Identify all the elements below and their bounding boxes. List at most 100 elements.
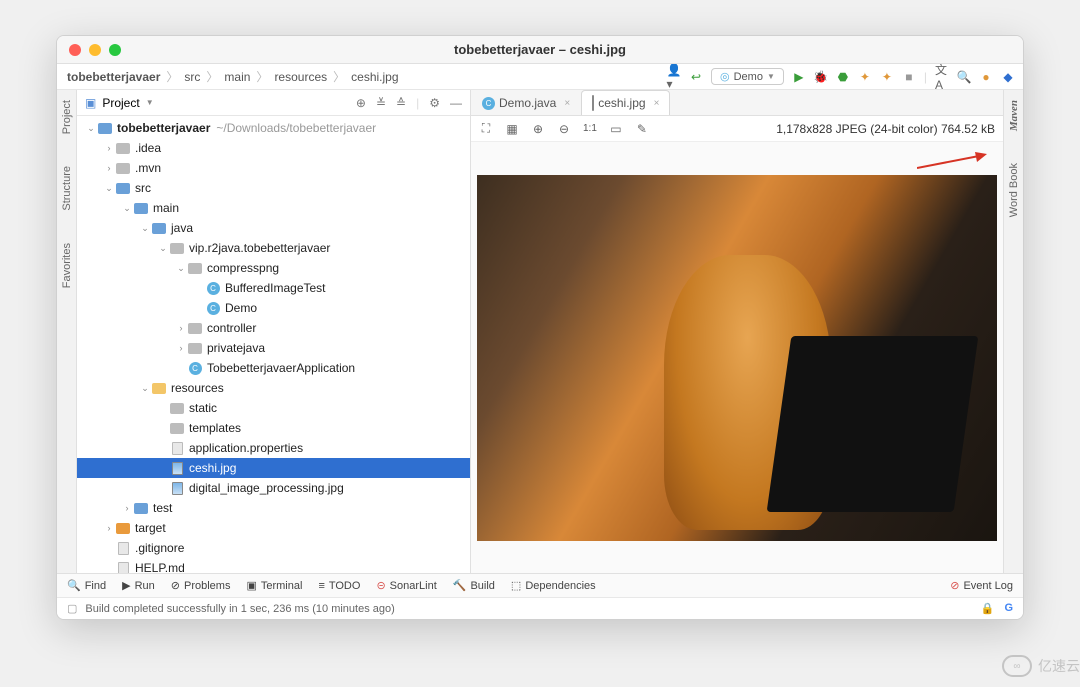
hide-icon[interactable]: —: [450, 96, 462, 110]
tree-label: tobebetterjavaer: [117, 121, 210, 135]
file-c: C: [205, 300, 221, 316]
event-log-button[interactable]: ⊘ Event Log: [950, 579, 1013, 592]
rail-tab-word-book[interactable]: Word Book: [1008, 159, 1020, 221]
tree-node[interactable]: ⌄tobebetterjavaer~/Downloads/tobebetterj…: [77, 118, 470, 138]
fold-b: [133, 500, 149, 516]
tree-node[interactable]: ›target: [77, 518, 470, 538]
fold-g: [169, 420, 185, 436]
tool-run[interactable]: ▶Run: [122, 579, 155, 592]
tree-label: resources: [171, 381, 224, 395]
tree-node[interactable]: .gitignore: [77, 538, 470, 558]
chevron-icon: ›: [103, 523, 115, 533]
tool-icon: ▶: [122, 579, 130, 592]
tree-node[interactable]: CDemo: [77, 298, 470, 318]
chevron-icon: ⌄: [121, 203, 133, 214]
breadcrumb-item[interactable]: resources: [272, 70, 329, 84]
color-picker-icon[interactable]: ✎: [635, 122, 649, 136]
breadcrumb-item[interactable]: tobebetterjavaer: [65, 70, 162, 84]
project-panel-title[interactable]: Project: [102, 96, 139, 110]
main-toolbar: tobebetterjavaer〉src〉main〉resources〉cesh…: [57, 64, 1023, 90]
stop-icon[interactable]: ■: [902, 70, 916, 84]
project-tree[interactable]: ⌄tobebetterjavaer~/Downloads/tobebetterj…: [77, 116, 470, 573]
close-window[interactable]: [69, 44, 81, 56]
tree-node[interactable]: ⌄main: [77, 198, 470, 218]
tree-label: .mvn: [135, 161, 161, 175]
tool-problems[interactable]: ⊘Problems: [171, 579, 231, 592]
watermark: ∞亿速云: [1002, 655, 1080, 677]
close-tab-icon[interactable]: ×: [564, 98, 570, 109]
image-viewer[interactable]: [471, 142, 1003, 573]
rail-tab-project[interactable]: Project: [61, 96, 73, 138]
tool-label: Problems: [184, 580, 230, 592]
maximize-window[interactable]: [109, 44, 121, 56]
tree-node[interactable]: ⌄java: [77, 218, 470, 238]
ide-icon[interactable]: ◆: [1001, 70, 1015, 84]
breadcrumb-item[interactable]: main: [222, 70, 252, 84]
profile-icon[interactable]: ✦: [858, 70, 872, 84]
file-c: C: [482, 97, 495, 110]
editor-tab[interactable]: CDemo.java×: [471, 90, 581, 115]
tool-icon: 🔨: [453, 579, 467, 592]
editor-area: CDemo.java×ceshi.jpg× ⛶ ▦ ⊕ ⊖ 1:1 ▭ ✎ 1,…: [471, 90, 1003, 573]
tree-label: java: [171, 221, 193, 235]
expand-icon[interactable]: ≚: [376, 96, 386, 110]
breadcrumb-item[interactable]: src: [182, 70, 202, 84]
tree-node[interactable]: HELP.md: [77, 558, 470, 573]
tool-find[interactable]: 🔍Find: [67, 579, 106, 592]
user-icon[interactable]: 👤▾: [667, 70, 681, 84]
tree-node[interactable]: ⌄vip.r2java.tobebetterjavaer: [77, 238, 470, 258]
tree-node[interactable]: application.properties: [77, 438, 470, 458]
fold-o: [115, 520, 131, 536]
debug-icon[interactable]: 🐞: [814, 70, 828, 84]
tree-node[interactable]: templates: [77, 418, 470, 438]
back-arrow-icon[interactable]: ↩: [689, 70, 703, 84]
minimize-window[interactable]: [89, 44, 101, 56]
breadcrumb[interactable]: tobebetterjavaer〉src〉main〉resources〉cesh…: [65, 68, 401, 85]
rail-tab-structure[interactable]: Structure: [61, 162, 73, 215]
search-icon[interactable]: 🔍: [957, 70, 971, 84]
locate-icon[interactable]: ⊕: [356, 96, 366, 110]
collapse-icon[interactable]: ≙: [396, 96, 406, 110]
gear-icon[interactable]: ⚙: [429, 96, 440, 110]
file-p: [169, 440, 185, 456]
bg-icon[interactable]: ▭: [609, 122, 623, 136]
tool-sonarlint[interactable]: ⊝SonarLint: [376, 579, 436, 592]
tree-node[interactable]: CTobebetterjavaerApplication: [77, 358, 470, 378]
lock-icon[interactable]: 🔒: [981, 602, 995, 615]
coverage-icon[interactable]: ⬣: [836, 70, 850, 84]
sync-icon[interactable]: ●: [979, 70, 993, 84]
zoom-in-icon[interactable]: ⊕: [531, 122, 545, 136]
tool-dependencies[interactable]: ⬚Dependencies: [511, 579, 596, 592]
tree-node[interactable]: ›.mvn: [77, 158, 470, 178]
tree-node[interactable]: ⌄src: [77, 178, 470, 198]
tree-node[interactable]: ›.idea: [77, 138, 470, 158]
tree-node[interactable]: digital_image_processing.jpg: [77, 478, 470, 498]
tool-build[interactable]: 🔨Build: [453, 579, 495, 592]
grid-icon[interactable]: ▦: [505, 122, 519, 136]
tree-node[interactable]: ⌄resources: [77, 378, 470, 398]
chevron-down-icon[interactable]: ▼: [146, 98, 154, 107]
tree-node[interactable]: ›test: [77, 498, 470, 518]
fullscreen-icon[interactable]: ⛶: [479, 122, 493, 136]
tree-node[interactable]: CBufferedImageTest: [77, 278, 470, 298]
tree-node[interactable]: ›controller: [77, 318, 470, 338]
tree-node[interactable]: ⌄compresspng: [77, 258, 470, 278]
editor-tab[interactable]: ceshi.jpg×: [581, 90, 670, 115]
breadcrumb-item[interactable]: ceshi.jpg: [349, 70, 400, 84]
run-config-selector[interactable]: ◎ Demo ▼: [711, 68, 784, 85]
tree-node[interactable]: ceshi.jpg: [77, 458, 470, 478]
tree-node[interactable]: static: [77, 398, 470, 418]
status-bar-icon[interactable]: ▢: [67, 602, 77, 615]
run-icon[interactable]: ▶: [792, 70, 806, 84]
attach-icon[interactable]: ✦: [880, 70, 894, 84]
close-tab-icon[interactable]: ×: [654, 98, 660, 109]
rail-tab-favorites[interactable]: Favorites: [61, 239, 73, 292]
tool-todo[interactable]: ≡TODO: [318, 580, 360, 592]
google-icon[interactable]: G: [1004, 602, 1013, 615]
tree-node[interactable]: ›privatejava: [77, 338, 470, 358]
rail-tab-maven[interactable]: Maven: [1008, 96, 1020, 135]
translate-icon[interactable]: 文A: [935, 70, 949, 84]
zoom-out-icon[interactable]: ⊖: [557, 122, 571, 136]
zoom-actual-icon[interactable]: 1:1: [583, 123, 597, 134]
tool-terminal[interactable]: ▣Terminal: [246, 579, 302, 592]
